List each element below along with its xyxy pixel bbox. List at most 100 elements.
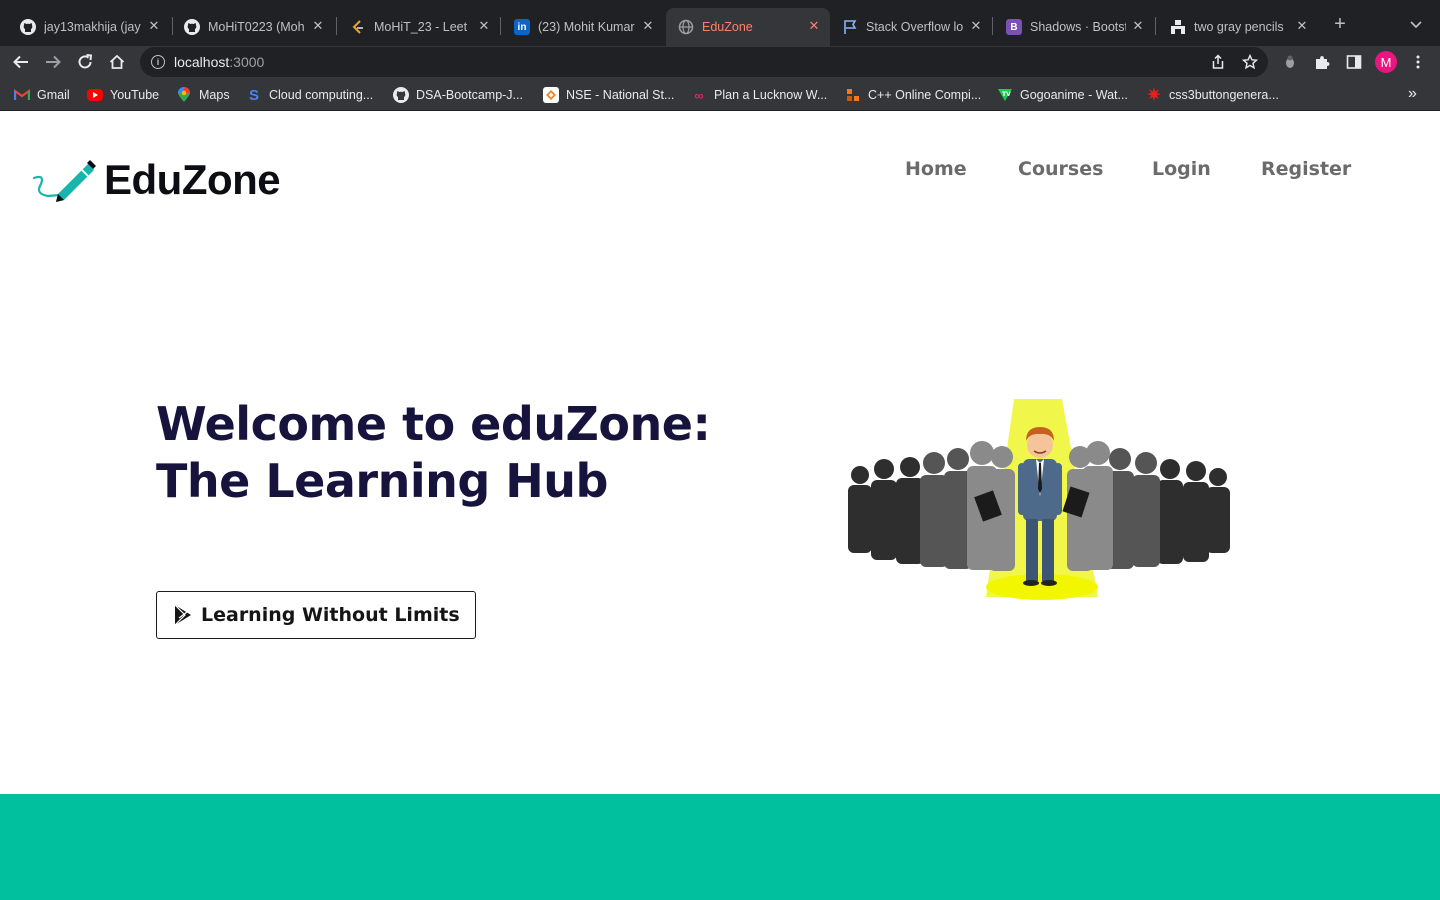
site-info-icon[interactable]: i — [151, 55, 165, 69]
close-tab-icon[interactable]: ✕ — [146, 18, 162, 34]
bookmark-dsa-bootcamp[interactable]: DSA-Bootcamp-J... — [393, 86, 523, 104]
tab-separator — [336, 17, 337, 35]
bookmark-label: Gogoanime - Wat... — [1020, 88, 1128, 102]
tab-search-icon[interactable] — [1408, 16, 1424, 32]
browser-tab[interactable]: jay13makhija (jay ✕ — [8, 8, 170, 46]
bookmark-label: Gmail — [37, 88, 70, 102]
hero-title: Welcome to eduZone: The Learning Hub — [156, 397, 711, 508]
share-icon[interactable] — [1209, 53, 1227, 71]
learning-without-limits-button[interactable]: Learning Without Limits — [156, 591, 476, 639]
youtube-icon — [87, 89, 103, 101]
globe-icon — [678, 19, 694, 35]
tab-title: Shadows · Bootst — [1030, 20, 1126, 34]
tab-title: Stack Overflow lo — [866, 20, 964, 34]
bookmark-label: DSA-Bootcamp-J... — [416, 88, 523, 102]
bookmark-nse[interactable]: NSE - National St... — [543, 86, 674, 104]
nav-login[interactable]: Login — [1152, 158, 1211, 180]
reload-icon[interactable] — [74, 51, 96, 73]
bookmark-maps[interactable]: Maps — [176, 86, 230, 104]
nav-courses[interactable]: Courses — [1018, 158, 1103, 180]
close-tab-icon[interactable]: ✕ — [476, 18, 492, 34]
bookmarks-overflow-icon[interactable]: » — [1408, 85, 1417, 103]
browser-tab[interactable]: B Shadows · Bootst ✕ — [994, 8, 1154, 46]
tab-title: MoHiT0223 (Moh — [208, 20, 305, 34]
url-port: :3000 — [229, 54, 265, 70]
extension-icon[interactable] — [1280, 52, 1300, 72]
browser-tab[interactable]: Stack Overflow lo ✕ — [830, 8, 992, 46]
css3-icon: ✷ — [1147, 87, 1161, 104]
bookmarks-bar: Gmail YouTube Maps S Cloud computing... … — [0, 78, 1440, 111]
leetcode-icon — [350, 19, 366, 35]
browser-tab-active[interactable]: EduZone ✕ — [666, 8, 830, 46]
tab-separator — [1155, 17, 1156, 35]
browser-tab[interactable]: in (23) Mohit Kumar ✕ — [502, 8, 664, 46]
button-label: Learning Without Limits — [201, 604, 460, 626]
nav-register[interactable]: Register — [1261, 158, 1351, 180]
github-icon — [20, 19, 36, 35]
browser-tab[interactable]: MoHiT0223 (Moh ✕ — [172, 8, 334, 46]
url-host: localhost — [174, 54, 230, 70]
close-tab-icon[interactable]: ✕ — [806, 18, 822, 34]
close-tab-icon[interactable]: ✕ — [1294, 18, 1310, 34]
linkedin-icon: in — [514, 19, 530, 35]
unsplash-icon — [1170, 19, 1186, 35]
brand-name: EduZone — [104, 156, 281, 203]
bookmark-star-icon[interactable] — [1241, 53, 1259, 71]
close-tab-icon[interactable]: ✕ — [640, 18, 656, 34]
tab-title: two gray pencils — [1194, 20, 1284, 34]
bookmark-label: Plan a Lucknow W... — [714, 88, 828, 102]
crowd-spotlight-illustration — [848, 399, 1230, 600]
nse-icon — [543, 87, 559, 103]
browser-toolbar: i localhost:3000 M — [0, 46, 1440, 78]
maps-icon — [176, 87, 192, 103]
bookmark-youtube[interactable]: YouTube — [87, 86, 159, 104]
svg-text:TV: TV — [1002, 91, 1011, 98]
bootstrap-icon: B — [1006, 19, 1022, 35]
compiler-icon — [845, 87, 861, 103]
new-tab-icon[interactable]: + — [1330, 14, 1350, 34]
bookmark-cpp-compiler[interactable]: C++ Online Compi... — [845, 86, 981, 104]
travel-icon: ∞ — [694, 87, 704, 103]
tab-title: (23) Mohit Kumar — [538, 20, 635, 34]
close-tab-icon[interactable]: ✕ — [310, 18, 326, 34]
browser-tab[interactable]: two gray pencils ✕ — [1158, 8, 1318, 46]
nav-home[interactable]: Home — [905, 158, 967, 180]
side-panel-icon[interactable] — [1344, 52, 1364, 72]
tab-title: MoHiT_23 - Leet — [374, 20, 468, 34]
close-tab-icon[interactable]: ✕ — [1130, 18, 1146, 34]
browser-tab[interactable]: MoHiT_23 - Leet ✕ — [338, 8, 500, 46]
bookmark-label: C++ Online Compi... — [868, 88, 982, 102]
github-icon — [184, 19, 200, 35]
tab-title: jay13makhija (jay — [44, 20, 141, 34]
puzzle-piece-icon[interactable] — [1312, 52, 1332, 72]
browser-tabstrip: jay13makhija (jay ✕ MoHiT0223 (Moh ✕ MoH… — [0, 0, 1440, 46]
github-icon — [393, 87, 409, 103]
tab-separator — [500, 17, 501, 35]
gogoanime-icon: TV — [997, 87, 1013, 103]
bookmark-label: css3buttongenera... — [1169, 88, 1279, 102]
url-text: localhost:3000 — [174, 54, 264, 70]
bookmark-label: YouTube — [110, 88, 160, 102]
tab-separator — [992, 17, 993, 35]
bookmark-gogoanime[interactable]: TV Gogoanime - Wat... — [997, 86, 1128, 104]
bookmark-gmail[interactable]: Gmail — [14, 86, 70, 104]
tab-title: EduZone — [702, 20, 753, 34]
address-bar[interactable]: i localhost:3000 — [140, 47, 1268, 77]
home-icon[interactable] — [106, 51, 128, 73]
bookmark-lucknow[interactable]: ∞ Plan a Lucknow W... — [691, 86, 827, 104]
cloud-icon: S — [248, 86, 259, 104]
flag-icon — [842, 19, 858, 35]
bookmark-label: NSE - National St... — [566, 88, 675, 102]
pen-logo-icon — [32, 160, 96, 202]
footer-band — [0, 794, 1440, 900]
back-arrow-icon[interactable] — [10, 51, 32, 73]
close-tab-icon[interactable]: ✕ — [968, 18, 984, 34]
site-logo[interactable]: EduZone — [32, 156, 281, 204]
profile-avatar[interactable]: M — [1375, 51, 1397, 73]
forward-arrow-icon[interactable] — [42, 51, 64, 73]
bookmark-cloud-computing[interactable]: S Cloud computing... — [246, 86, 373, 104]
page-content: EduZone Home Courses Login Register Welc… — [0, 112, 1440, 900]
kebab-menu-icon[interactable] — [1408, 52, 1428, 72]
bookmark-css3buttongenerator[interactable]: ✷ css3buttongenera... — [1146, 86, 1279, 104]
gmail-icon — [14, 87, 30, 103]
